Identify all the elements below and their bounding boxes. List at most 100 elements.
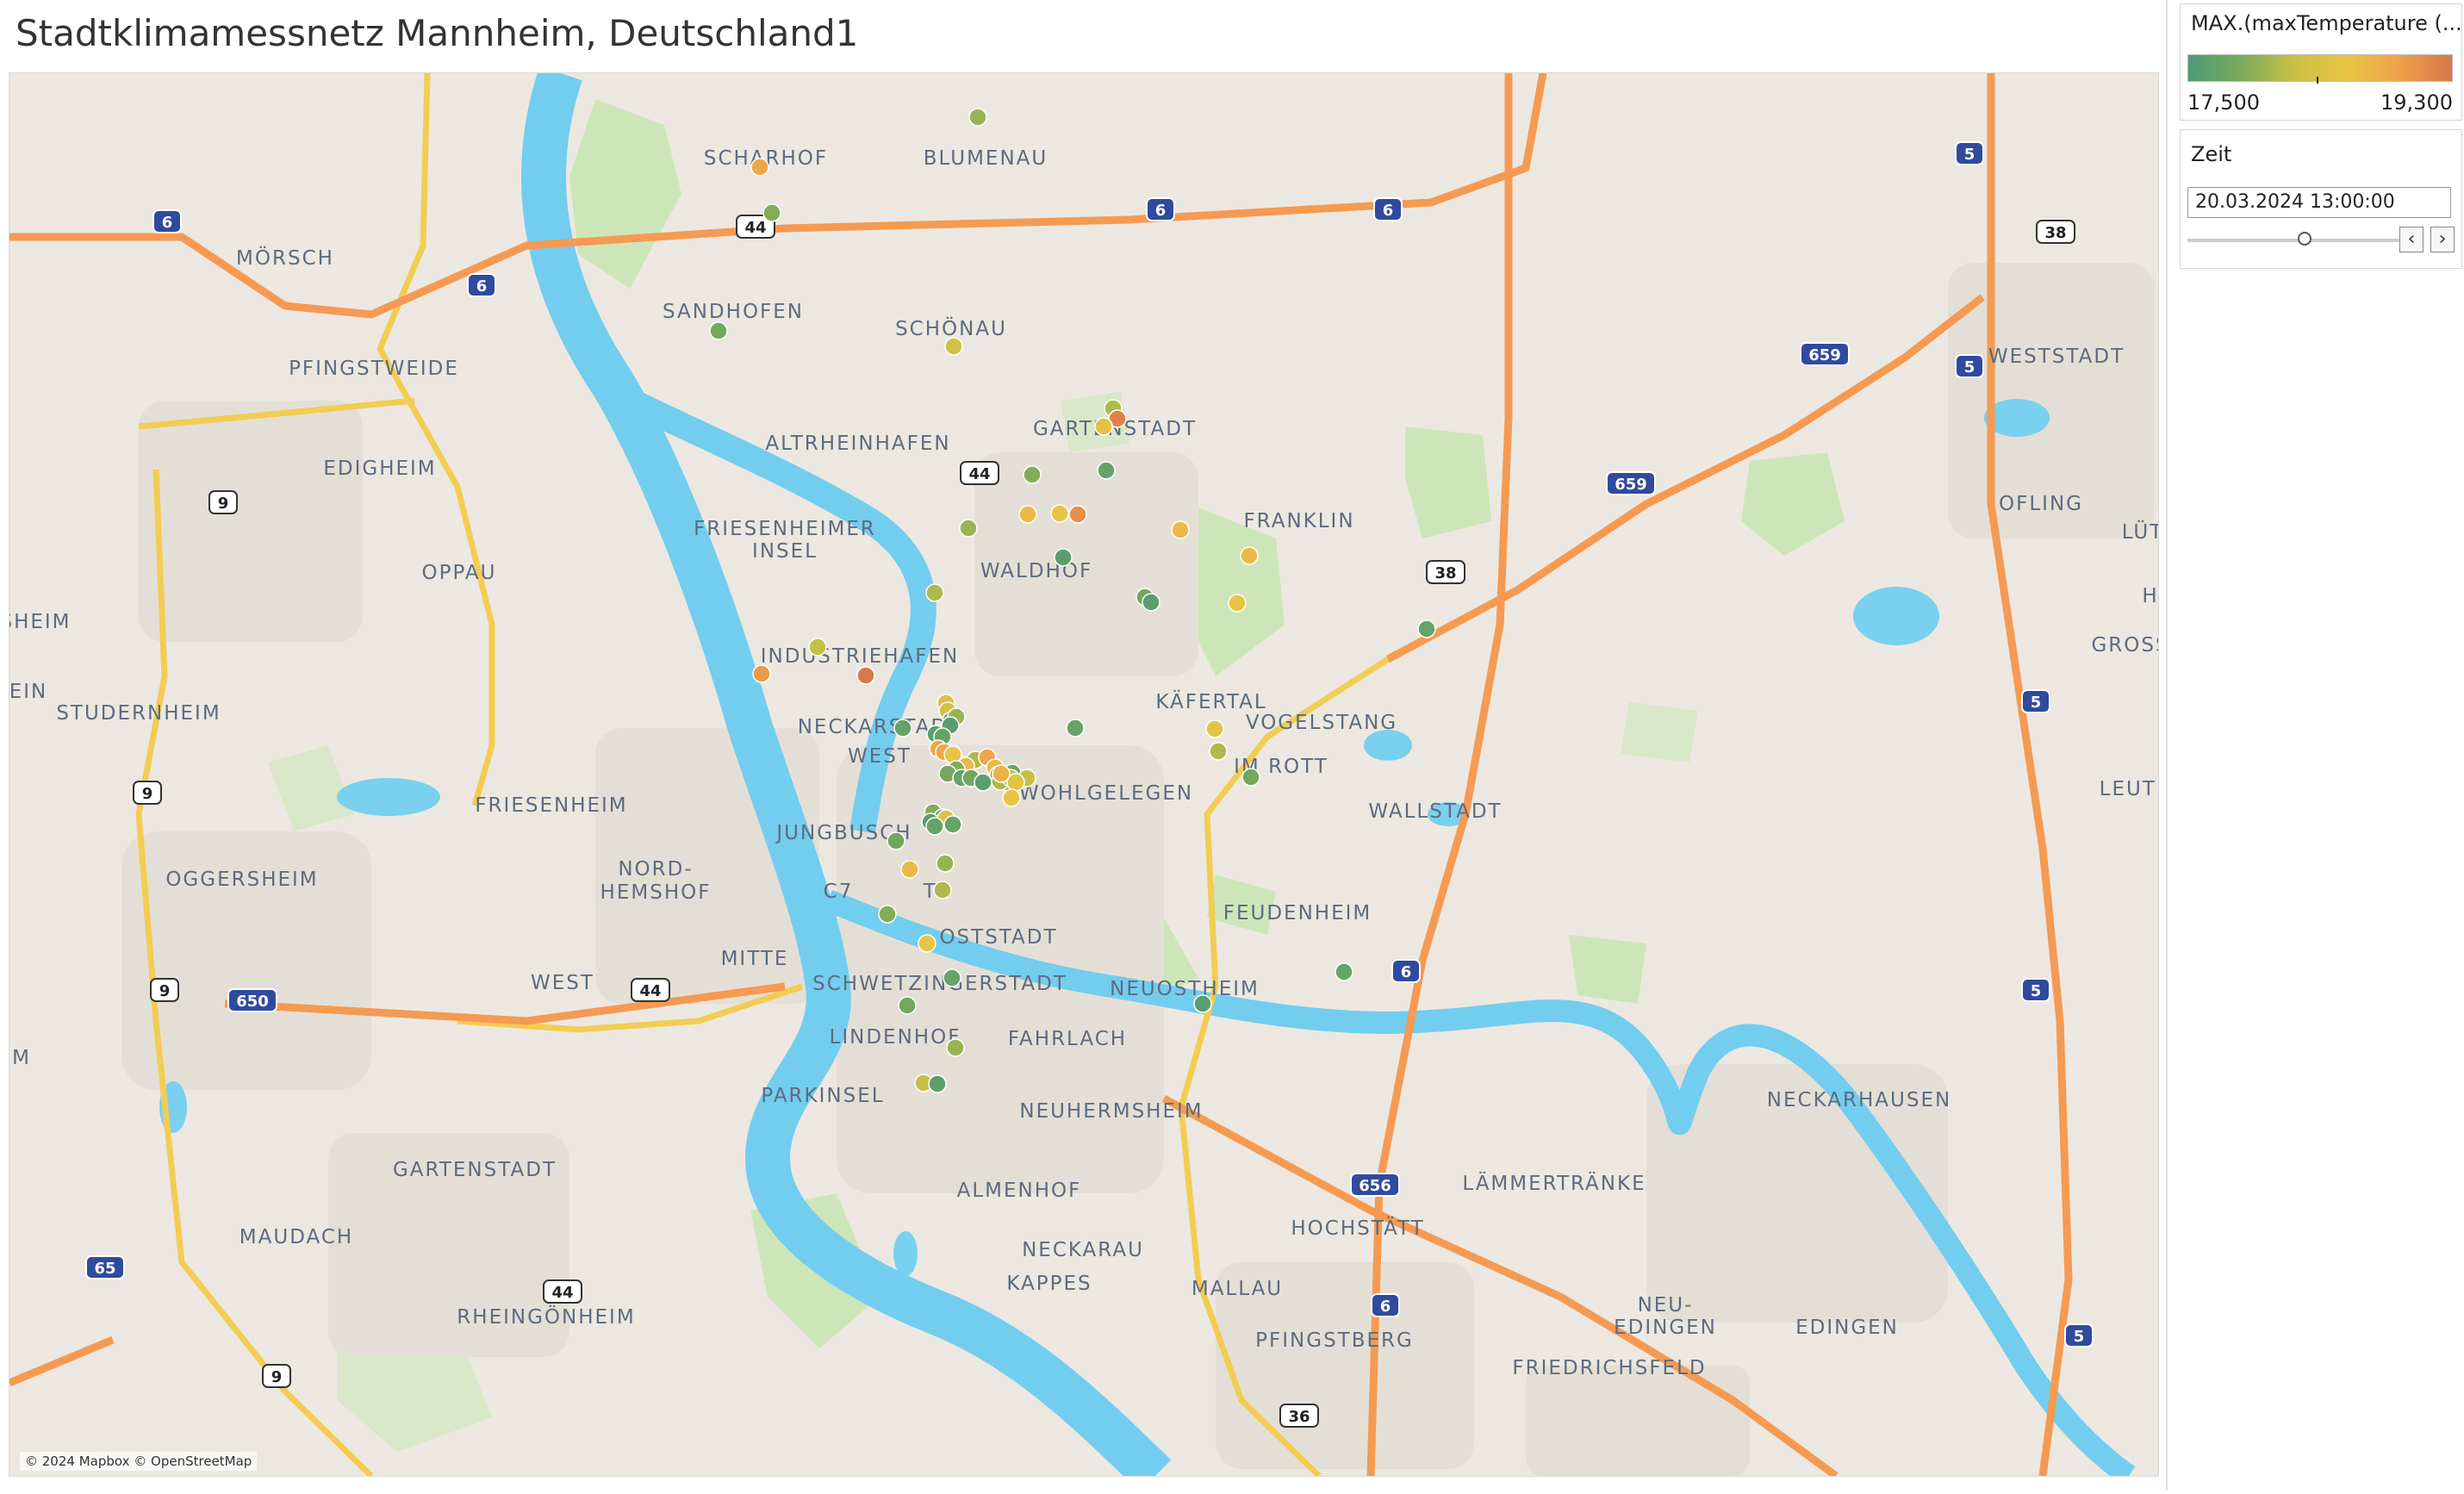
station-marker[interactable] <box>1335 962 1353 981</box>
place-label: ALTRHEINHAFEN <box>765 433 950 455</box>
station-marker[interactable] <box>974 773 992 792</box>
place-label: GARTENSTADT <box>393 1159 557 1181</box>
station-marker[interactable] <box>1171 520 1190 539</box>
dashboard-title: Stadtklimamessnetz Mannheim, Deutschland… <box>16 12 859 54</box>
station-marker[interactable] <box>959 519 978 538</box>
station-marker[interactable] <box>925 817 944 836</box>
place-label: FRANKLIN <box>1243 510 1354 532</box>
road-shield-label: 5 <box>1964 146 1976 164</box>
lake <box>337 778 440 816</box>
station-marker[interactable] <box>1417 619 1436 638</box>
station-marker[interactable] <box>1241 768 1260 787</box>
place-label: LEUTER <box>2100 778 2158 800</box>
time-slider-thumb[interactable] <box>2298 232 2312 246</box>
place-label: MITTE <box>721 948 789 970</box>
time-slider-track[interactable] <box>2187 239 2403 242</box>
road-shield-label: 6 <box>162 214 173 232</box>
place-label: NORD- <box>618 858 693 881</box>
station-marker[interactable] <box>1205 719 1224 738</box>
motorway-a6 <box>9 73 1547 319</box>
station-marker[interactable] <box>1002 788 1021 807</box>
legend-min-label: 17,500 <box>2187 90 2260 115</box>
station-marker[interactable] <box>1193 994 1212 1013</box>
place-label: STUDERNHEIM <box>56 702 221 725</box>
station-marker[interactable] <box>925 583 944 602</box>
place-label: ALMENHOF <box>957 1180 1082 1202</box>
station-marker[interactable] <box>1050 504 1069 523</box>
place-label: SHEIM <box>9 611 72 633</box>
place-label: BLUMENAU <box>924 147 1048 170</box>
road-shield-label: 44 <box>639 982 661 1000</box>
place-label: KÄFERTAL <box>1155 689 1266 713</box>
place-label: INSEL <box>752 540 818 563</box>
time-filter-title: Zeit <box>2191 142 2232 166</box>
place-label: WALDHOF <box>980 560 1092 582</box>
park-area <box>1741 452 1845 556</box>
station-marker[interactable] <box>943 968 961 987</box>
place-label: NEU- <box>1638 1294 1694 1317</box>
map[interactable]: SCHARHOF BLUMENAU MÖRSCH SANDHOFEN SCHÖNAU PF… <box>9 72 2159 1477</box>
park-area <box>1569 935 1646 1004</box>
road-shield-label: 6 <box>1380 1298 1391 1316</box>
station-marker[interactable] <box>1228 594 1247 613</box>
time-filter[interactable]: Zeit 20.03.2024 13:00:00 ‹ › <box>2180 129 2462 269</box>
station-marker[interactable] <box>936 854 955 873</box>
time-value-field[interactable]: 20.03.2024 13:00:00 <box>2187 187 2451 218</box>
station-marker[interactable] <box>1209 742 1228 761</box>
place-label: VOGELSTANG <box>1246 712 1397 734</box>
station-marker[interactable] <box>933 881 952 900</box>
station-marker[interactable] <box>946 1038 965 1057</box>
station-marker[interactable] <box>1097 461 1116 480</box>
map-attribution[interactable]: © 2024 Mapbox © OpenStreetMap <box>20 1452 258 1471</box>
station-marker[interactable] <box>1240 546 1259 565</box>
place-label: OSTSTADT <box>939 926 1057 949</box>
road-shield-label: 65 <box>94 1260 115 1278</box>
station-marker[interactable] <box>900 860 919 879</box>
station-marker[interactable] <box>1068 505 1087 524</box>
road-shield-label: 38 <box>1434 564 1456 582</box>
motorway-a65 <box>9 1335 115 1387</box>
station-marker[interactable] <box>856 666 875 685</box>
station-marker[interactable] <box>893 719 912 738</box>
chevron-left-icon[interactable]: ‹ <box>2399 227 2424 252</box>
station-marker[interactable] <box>709 321 728 340</box>
place-label: PARKINSEL <box>761 1085 884 1107</box>
station-marker[interactable] <box>1023 465 1042 484</box>
color-legend[interactable]: MAX.(maxTemperature (... 17,500 19,300 <box>2180 3 2462 121</box>
place-label: LINDENHOF <box>830 1026 961 1049</box>
place-label: EIN <box>9 681 47 703</box>
station-marker[interactable] <box>898 996 917 1015</box>
place-label: FRIESENHEIMER <box>694 518 876 540</box>
station-marker[interactable] <box>943 815 962 834</box>
station-marker[interactable] <box>762 203 781 222</box>
station-marker[interactable] <box>1054 548 1073 567</box>
station-marker[interactable] <box>1142 593 1160 612</box>
station-marker[interactable] <box>887 831 905 850</box>
station-marker[interactable] <box>968 108 987 127</box>
place-label: RHEINGÖNHEIM <box>457 1304 635 1329</box>
station-marker[interactable] <box>944 337 963 356</box>
place-label: NEUOSTHEIM <box>1110 978 1260 1000</box>
station-marker[interactable] <box>1018 505 1037 524</box>
station-marker[interactable] <box>1066 719 1085 738</box>
chevron-right-icon[interactable]: › <box>2430 227 2455 252</box>
main-road <box>376 73 495 806</box>
road-shield-label: 656 <box>1359 1177 1391 1195</box>
road-shield-label: 9 <box>218 495 229 513</box>
map-canvas[interactable]: SCHARHOF BLUMENAUMÖRSCHSANDHOFENSCHÖNAUPF… <box>9 73 2158 1476</box>
station-marker[interactable] <box>750 158 769 177</box>
road-shield-label: 659 <box>1615 476 1647 494</box>
road-shield-label: 5 <box>2074 1328 2085 1346</box>
station-marker[interactable] <box>808 638 827 657</box>
station-marker[interactable] <box>878 905 897 924</box>
place-label: WEST <box>848 745 912 768</box>
place-label: M <box>12 1047 31 1069</box>
place-label: EDINGEN <box>1795 1317 1899 1339</box>
station-marker[interactable] <box>752 664 771 683</box>
station-marker[interactable] <box>992 764 1011 783</box>
place-label: OFLING <box>1999 493 2083 515</box>
station-marker[interactable] <box>1094 417 1113 436</box>
station-marker[interactable] <box>928 1074 947 1093</box>
station-marker[interactable] <box>918 934 936 953</box>
road-shield-label: 44 <box>744 219 766 237</box>
